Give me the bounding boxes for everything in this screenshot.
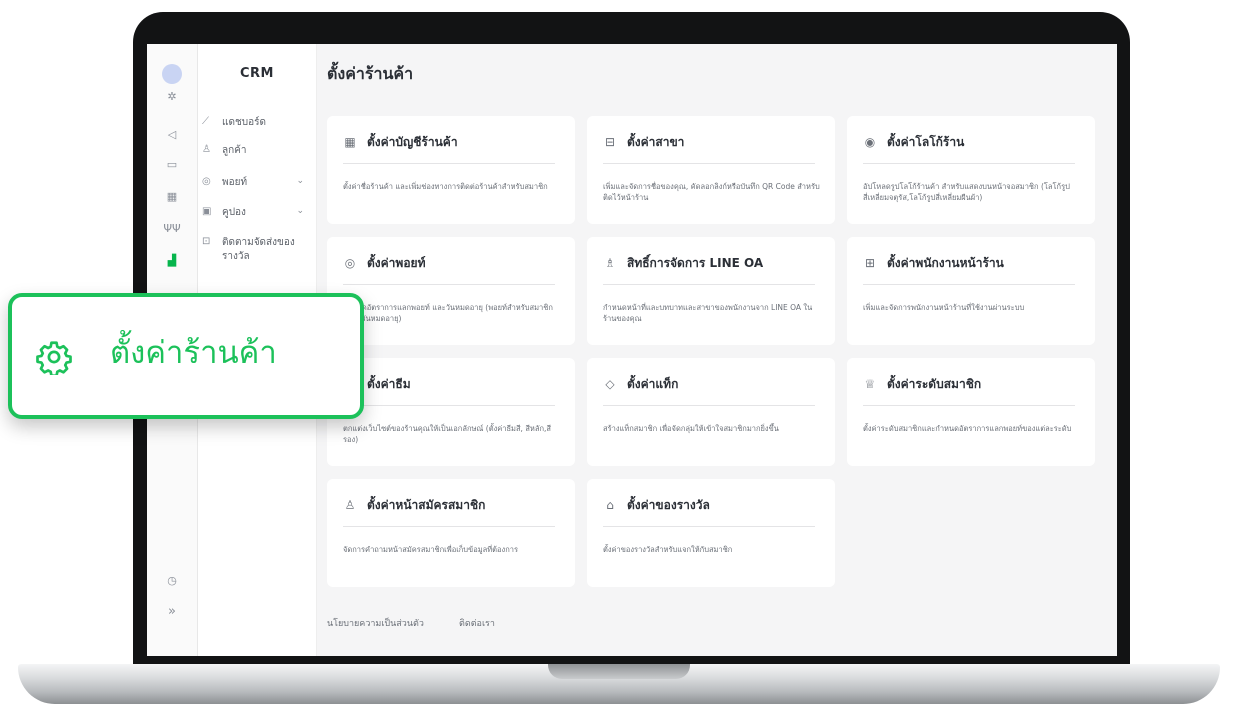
main-content: ตั้งค่าร้านค้า ▦ ตั้งค่าบัญชีร้านค้า ตั้… — [317, 44, 1117, 656]
card-description: เพิ่มและจัดการพนักงานหน้าร้านที่ใช้งานผ่… — [863, 303, 1025, 312]
card-title: ตั้งค่าระดับสมาชิก — [887, 377, 982, 391]
point-icon: ◎ — [344, 256, 356, 270]
tree-icon[interactable]: ΨΨ — [147, 222, 197, 235]
coupon-icon: ▣ — [202, 206, 212, 217]
tag-icon: ◇ — [605, 377, 615, 391]
expand-icon[interactable]: » — [147, 604, 197, 619]
card-title: ตั้งค่าสาขา — [627, 135, 685, 149]
card-title: ตั้งค่าหน้าสมัครสมาชิก — [367, 498, 486, 512]
avatar-icon[interactable] — [162, 64, 182, 84]
sidebar-item-label: แดชบอร์ด — [222, 117, 266, 128]
chart-icon: ⟋ — [202, 116, 209, 127]
card-description: ตั้งค่าระดับสมาชิกและกำหนดอัตราการแลกพอย… — [863, 424, 1072, 433]
chevron-down-icon[interactable]: ⌄ — [296, 206, 304, 216]
card-title: ตั้งค่าพนักงานหน้าร้าน — [887, 256, 1004, 270]
user-icon: ♙ — [202, 144, 211, 155]
megaphone-icon[interactable]: ◁ — [147, 128, 197, 141]
card-rewards[interactable]: ⌂ ตั้งค่าของรางวัล ตั้งค่าของรางวัลสำหรั… — [587, 479, 835, 587]
divider — [603, 163, 815, 164]
card-description: ตั้งค่าชื่อร้านค้า และเพิ่มช่องทางการติด… — [343, 182, 548, 191]
card-title: ตั้งค่าธีม — [367, 377, 411, 391]
point-icon: ◎ — [202, 176, 211, 187]
card-title: ตั้งค่าบัญชีร้านค้า — [367, 135, 458, 149]
sparkle-icon[interactable]: ✲ — [147, 90, 197, 103]
delivery-icon: ⊡ — [202, 236, 211, 247]
divider — [343, 284, 555, 285]
register-icon: ♙ — [344, 498, 356, 512]
privacy-policy-link[interactable]: นโยบายความเป็นส่วนตัว — [327, 616, 424, 630]
card-title: สิทธิ์การจัดการ LINE OA — [627, 256, 764, 270]
sidebar-item-label: พอยท์ — [222, 177, 248, 188]
sidebar-item-label: ติดตามจัดส่งของรางวัล — [222, 237, 295, 262]
divider — [863, 405, 1075, 406]
card-member-tier[interactable]: ♕ ตั้งค่าระดับสมาชิก ตั้งค่าระดับสมาชิกแ… — [847, 358, 1095, 466]
permission-icon: ♗ — [604, 256, 616, 270]
card-logo[interactable]: ◉ ตั้งค่าโลโก้ร้าน อัปโหลดรูปโลโก้ร้านค้… — [847, 116, 1095, 224]
card-line-oa-permission[interactable]: ♗ สิทธิ์การจัดการ LINE OA กำหนดหน้าที่แล… — [587, 237, 835, 345]
divider — [603, 405, 815, 406]
brand-title: CRM — [240, 66, 274, 81]
chat-icon[interactable]: ▭ — [147, 158, 197, 171]
divider — [603, 284, 815, 285]
card-title: ตั้งค่าโลโก้ร้าน — [887, 135, 965, 149]
divider — [343, 163, 555, 164]
card-staff[interactable]: ⊞ ตั้งค่าพนักงานหน้าร้าน เพิ่มและจัดการพ… — [847, 237, 1095, 345]
store-icon: ▦ — [344, 135, 356, 149]
card-points[interactable]: ◎ ตั้งค่าพอยท์ กำหนดอัตราการแลกพอยท์ และ… — [327, 237, 575, 345]
card-store-account[interactable]: ▦ ตั้งค่าบัญชีร้านค้า ตั้งค่าชื่อร้านค้า… — [327, 116, 575, 224]
card-theme[interactable]: ◐ ตั้งค่าธีม ตกแต่งเว็บไซต์ของร้านคุณให้… — [327, 358, 575, 466]
store-icon[interactable]: ▦ — [147, 190, 197, 203]
card-description: กำหนดอัตราการแลกพอยท์ และวันหมดอายุ (พอย… — [343, 303, 553, 323]
callout-label: ตั้งค่าร้านค้า — [110, 335, 277, 371]
contact-us-link[interactable]: ติดต่อเรา — [459, 616, 495, 630]
card-description: อัปโหลดรูปโลโก้ร้านค้า สำหรับแสดงบนหน้าจ… — [863, 182, 1070, 202]
page-title: ตั้งค่าร้านค้า — [327, 64, 414, 83]
branch-icon: ⊟ — [604, 135, 616, 149]
card-title: ตั้งค่าแท็ก — [627, 377, 679, 391]
divider — [863, 284, 1075, 285]
card-branch[interactable]: ⊟ ตั้งค่าสาขา เพิ่มและจัดการชื่อของคุณ, … — [587, 116, 835, 224]
card-title: ตั้งค่าพอยท์ — [367, 256, 426, 270]
sidebar-item-label: ลูกค้า — [222, 145, 247, 156]
divider — [863, 163, 1075, 164]
trophy-icon: ♕ — [864, 377, 876, 391]
gift-icon: ⌂ — [606, 498, 614, 512]
laptop-notch — [548, 664, 690, 679]
card-tag[interactable]: ◇ ตั้งค่าแท็ก สร้างแท็กสมาชิก เพื่อจัดกล… — [587, 358, 835, 466]
sidebar-item-label: คูปอง — [222, 207, 246, 218]
card-description: สร้างแท็กสมาชิก เพื่อจัดกลุ่มให้เข้าใจสม… — [603, 424, 779, 433]
settings-chart-icon[interactable]: ▟ — [147, 254, 197, 267]
gear-icon — [36, 341, 72, 375]
staff-icon: ⊞ — [864, 256, 876, 270]
callout-store-settings[interactable]: ตั้งค่าร้านค้า — [8, 293, 364, 419]
divider — [343, 405, 555, 406]
card-description: จัดการคำถามหน้าสมัครสมาชิกเพื่อเก็บข้อมู… — [343, 545, 518, 554]
card-description: ตกแต่งเว็บไซต์ของร้านคุณให้เป็นเอกลักษณ์… — [343, 424, 551, 444]
divider — [603, 526, 815, 527]
card-description: เพิ่มและจัดการชื่อของคุณ, คัดลอกลิงก์หรื… — [603, 182, 820, 202]
card-description: ตั้งค่าของรางวัลสำหรับแจกให้กับสมาชิก — [603, 545, 733, 554]
card-description: กำหนดหน้าที่และบทบาทและสาขาของพนักงานจาก… — [603, 303, 813, 323]
logo-icon: ◉ — [864, 135, 876, 149]
card-register-page[interactable]: ♙ ตั้งค่าหน้าสมัครสมาชิก จัดการคำถามหน้า… — [327, 479, 575, 587]
divider — [343, 526, 555, 527]
clock-icon[interactable]: ◷ — [147, 574, 197, 587]
chevron-down-icon[interactable]: ⌄ — [296, 176, 304, 186]
card-title: ตั้งค่าของรางวัล — [627, 498, 710, 512]
